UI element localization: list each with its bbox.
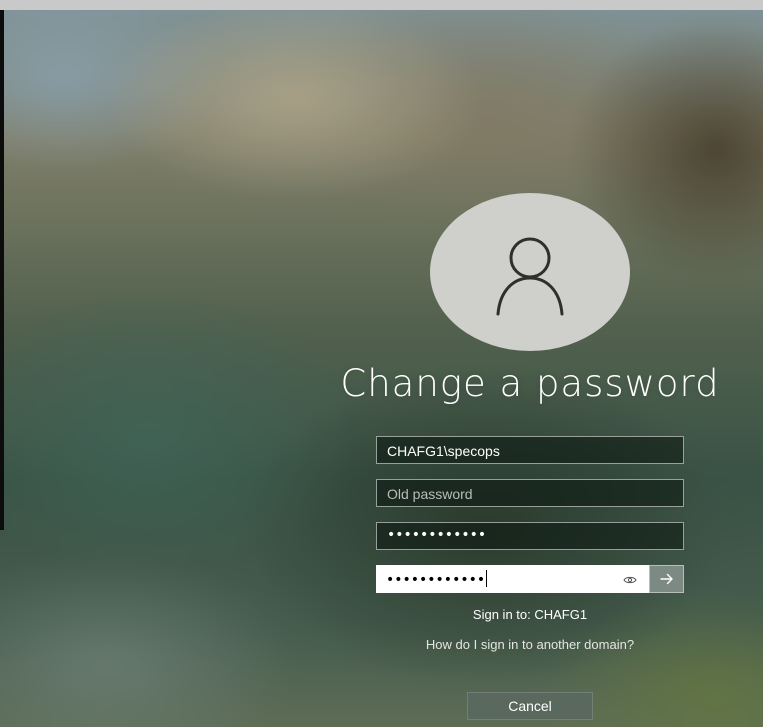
text-caret (486, 570, 488, 587)
old-password-field[interactable]: Old password (376, 479, 684, 507)
user-icon (496, 237, 564, 316)
old-password-placeholder: Old password (387, 486, 473, 502)
arrow-right-icon (659, 573, 673, 585)
submit-button[interactable] (649, 565, 684, 593)
confirm-password-field[interactable]: •••••••••••• (376, 565, 649, 593)
cancel-button[interactable]: Cancel (467, 692, 593, 720)
new-password-field[interactable]: •••••••••••• (376, 522, 684, 550)
page-title: Change a password (340, 362, 720, 405)
confirm-password-row: •••••••••••• (376, 565, 684, 593)
new-password-value: •••••••••••• (387, 527, 487, 543)
confirm-password-value: •••••••••••• (386, 572, 486, 588)
left-edge-divider (0, 10, 4, 530)
username-field[interactable]: CHAFG1\specops (376, 436, 684, 464)
user-avatar (430, 193, 630, 351)
eye-icon (623, 576, 637, 584)
lock-screen: Change a password CHAFG1\specops Old pas… (0, 0, 763, 727)
top-bar (0, 0, 763, 10)
reveal-password-button[interactable] (622, 572, 638, 588)
username-value: CHAFG1\specops (387, 443, 500, 459)
other-domain-link[interactable]: How do I sign in to another domain? (380, 637, 680, 652)
signin-domain-text: Sign in to: CHAFG1 (472, 607, 588, 622)
